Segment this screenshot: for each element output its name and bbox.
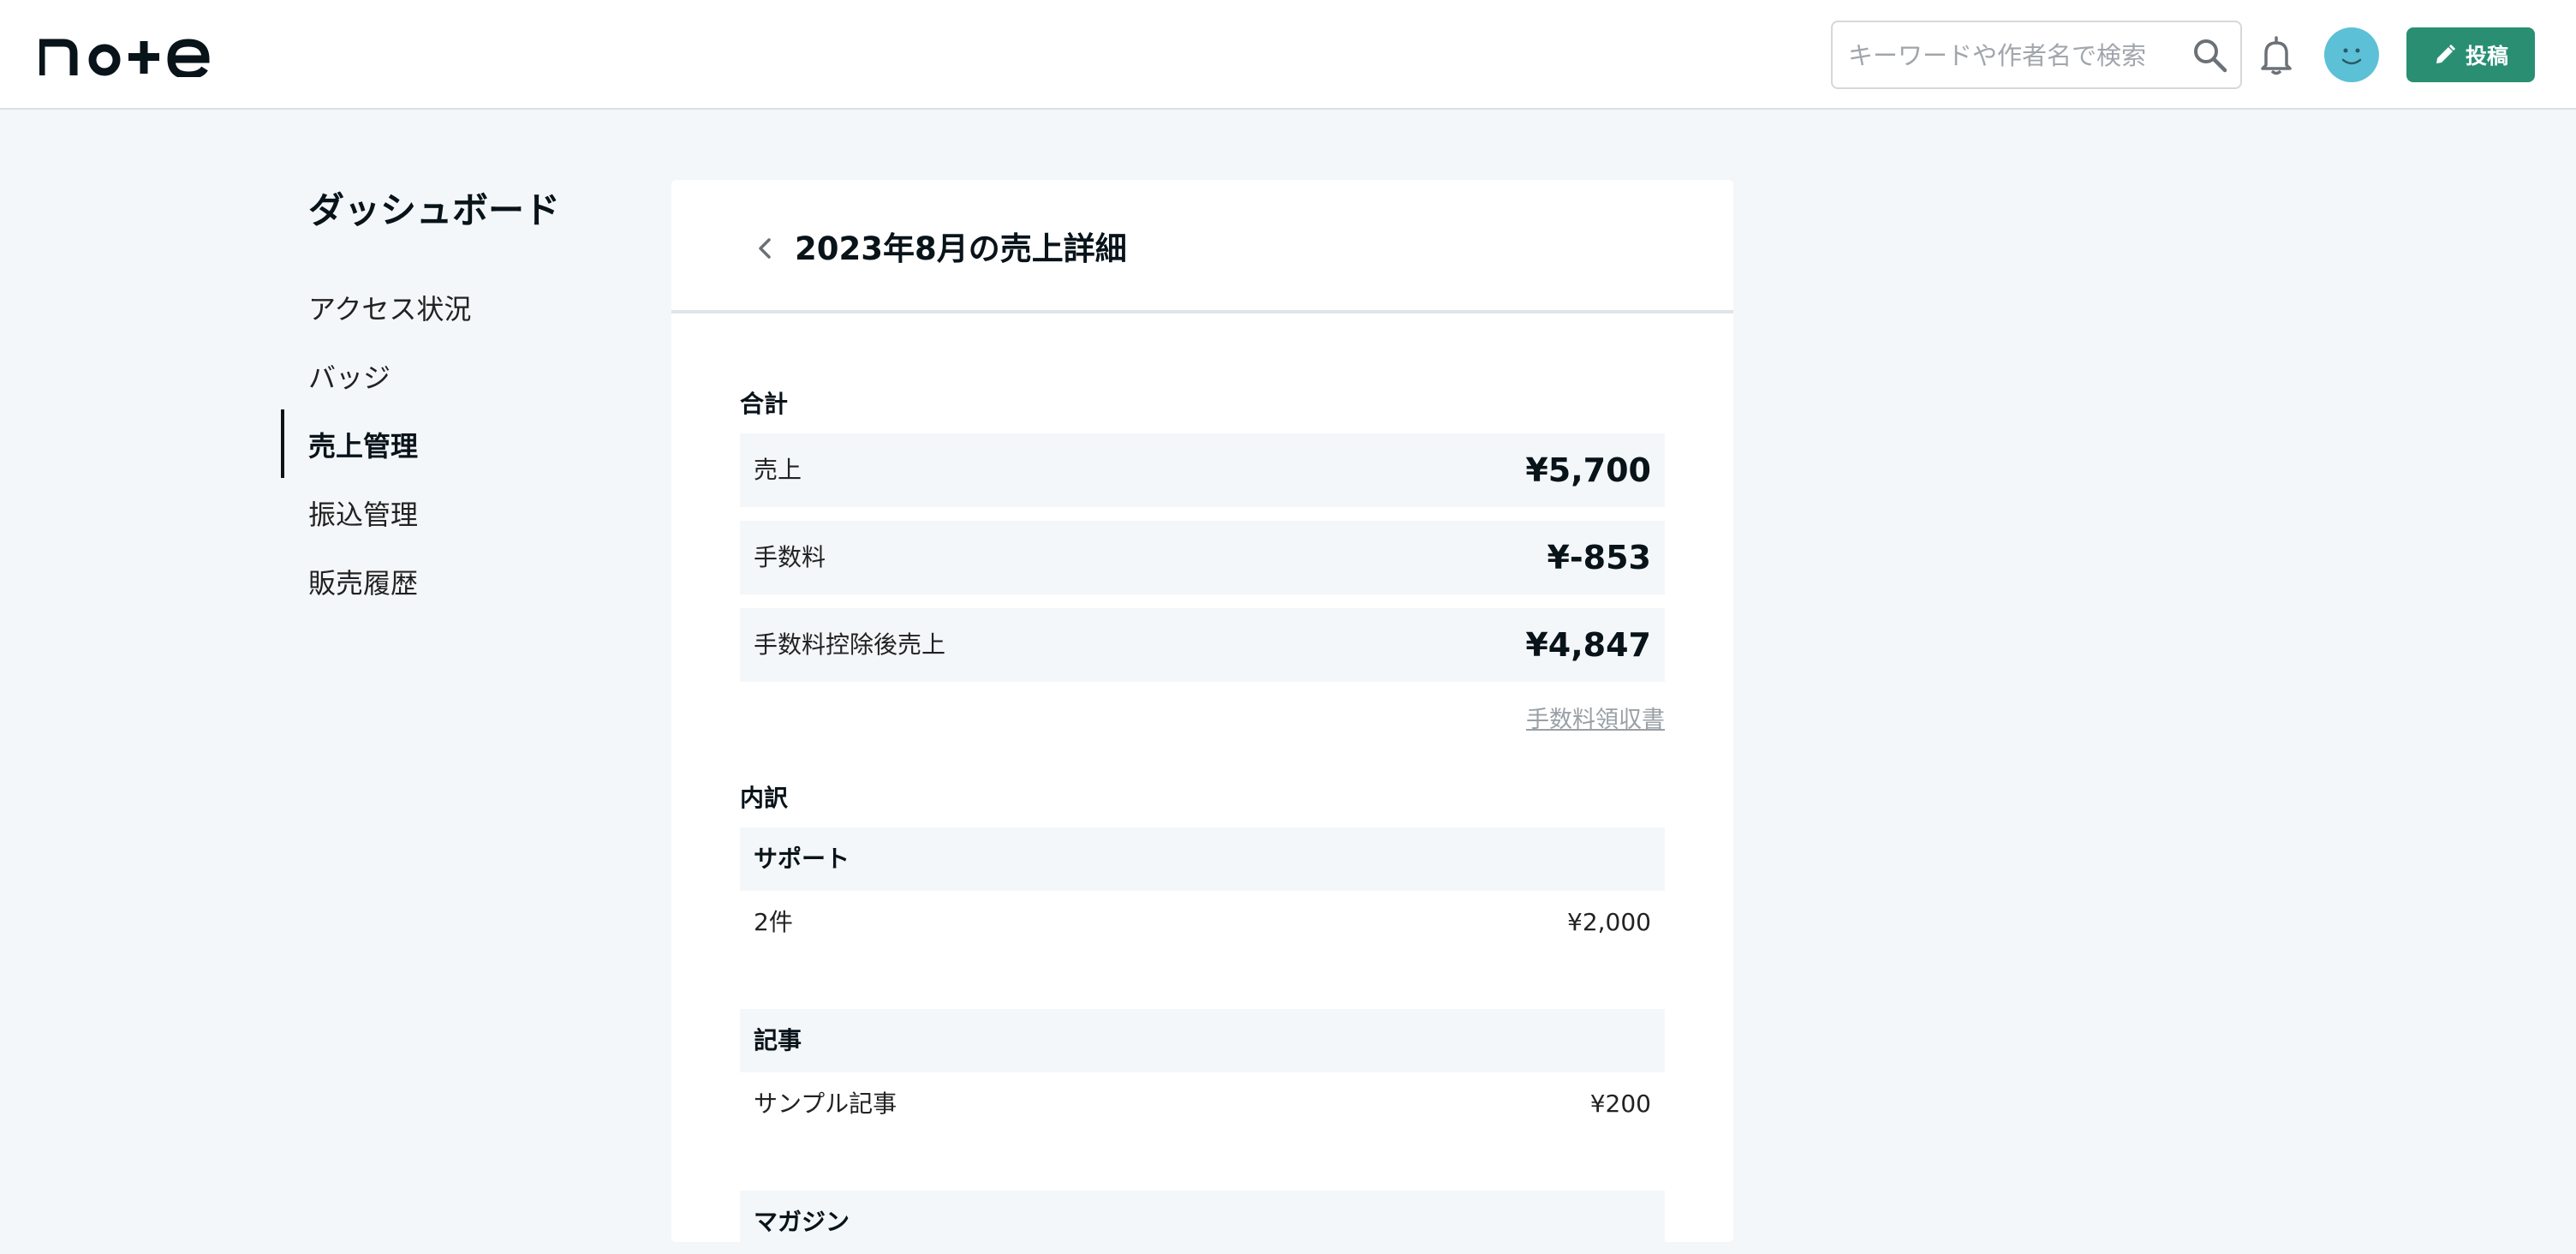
sidebar-item-sales[interactable]: 売上管理 <box>308 425 418 464</box>
search-box[interactable] <box>1831 21 2242 89</box>
search-icon[interactable] <box>2191 36 2228 74</box>
sidebar-item-sales-history[interactable]: 販売履歴 <box>308 562 418 601</box>
category-header-article: 記事 <box>740 1009 1665 1072</box>
avatar[interactable] <box>2324 27 2379 82</box>
item-value: ¥2,000 <box>1567 908 1651 936</box>
chevron-left-icon[interactable] <box>748 231 783 266</box>
post-button[interactable]: 投稿 <box>2406 27 2535 82</box>
category-name: マガジン <box>754 1208 850 1236</box>
breakdown-section-label: 内訳 <box>740 784 789 812</box>
total-section-label: 合計 <box>740 390 789 418</box>
item-label[interactable]: サンプル記事 <box>754 1072 897 1136</box>
post-button-label: 投稿 <box>2465 44 2508 69</box>
item-value: ¥200 <box>1589 1090 1651 1118</box>
pencil-icon <box>2436 44 2456 63</box>
smiley-avatar-icon <box>2341 48 2362 65</box>
summary-row-fee: 手数料 ¥-853 <box>740 521 1665 594</box>
summary-value: ¥4,847 <box>1525 626 1651 664</box>
summary-value: ¥-853 <box>1547 539 1651 576</box>
logo-text: note <box>39 31 42 32</box>
search-input[interactable] <box>1846 22 2184 89</box>
summary-row-sales: 売上 ¥5,700 <box>740 433 1665 507</box>
item-label: 2件 <box>754 908 793 936</box>
sidebar-title: ダッシュボード <box>308 189 561 231</box>
summary-row-net: 手数料控除後売上 ¥4,847 <box>740 608 1665 682</box>
summary-label: 手数料控除後売上 <box>754 630 946 659</box>
summary-label: 売上 <box>754 456 802 484</box>
category-name: 記事 <box>754 1026 802 1054</box>
list-item: サンプル記事 ¥200 <box>740 1072 1665 1136</box>
category-header-magazine: マガジン <box>740 1191 1665 1254</box>
sidebar-item-access[interactable]: アクセス状況 <box>308 288 471 327</box>
list-item: 2件 ¥2,000 <box>740 891 1665 954</box>
category-header-support: サポート <box>740 827 1665 891</box>
bell-icon[interactable] <box>2259 34 2293 75</box>
sidebar-item-transfers[interactable]: 振込管理 <box>308 493 418 533</box>
sidebar-item-badges[interactable]: バッジ <box>308 356 391 396</box>
summary-label: 手数料 <box>754 543 826 571</box>
fee-receipt-link[interactable]: 手数料領収書 <box>1526 701 1665 734</box>
note-logo[interactable]: note <box>39 31 211 77</box>
active-indicator <box>281 409 284 478</box>
category-name: サポート <box>754 845 850 873</box>
sales-detail-card: 2023年8月の売上詳細 合計 売上 ¥5,700 手数料 ¥-853 手数料控… <box>671 180 1733 1254</box>
page-title: 2023年8月の売上詳細 <box>795 230 1127 267</box>
summary-value: ¥5,700 <box>1525 451 1651 489</box>
card-header: 2023年8月の売上詳細 <box>671 180 1733 314</box>
header: note 投稿 <box>0 0 2576 110</box>
